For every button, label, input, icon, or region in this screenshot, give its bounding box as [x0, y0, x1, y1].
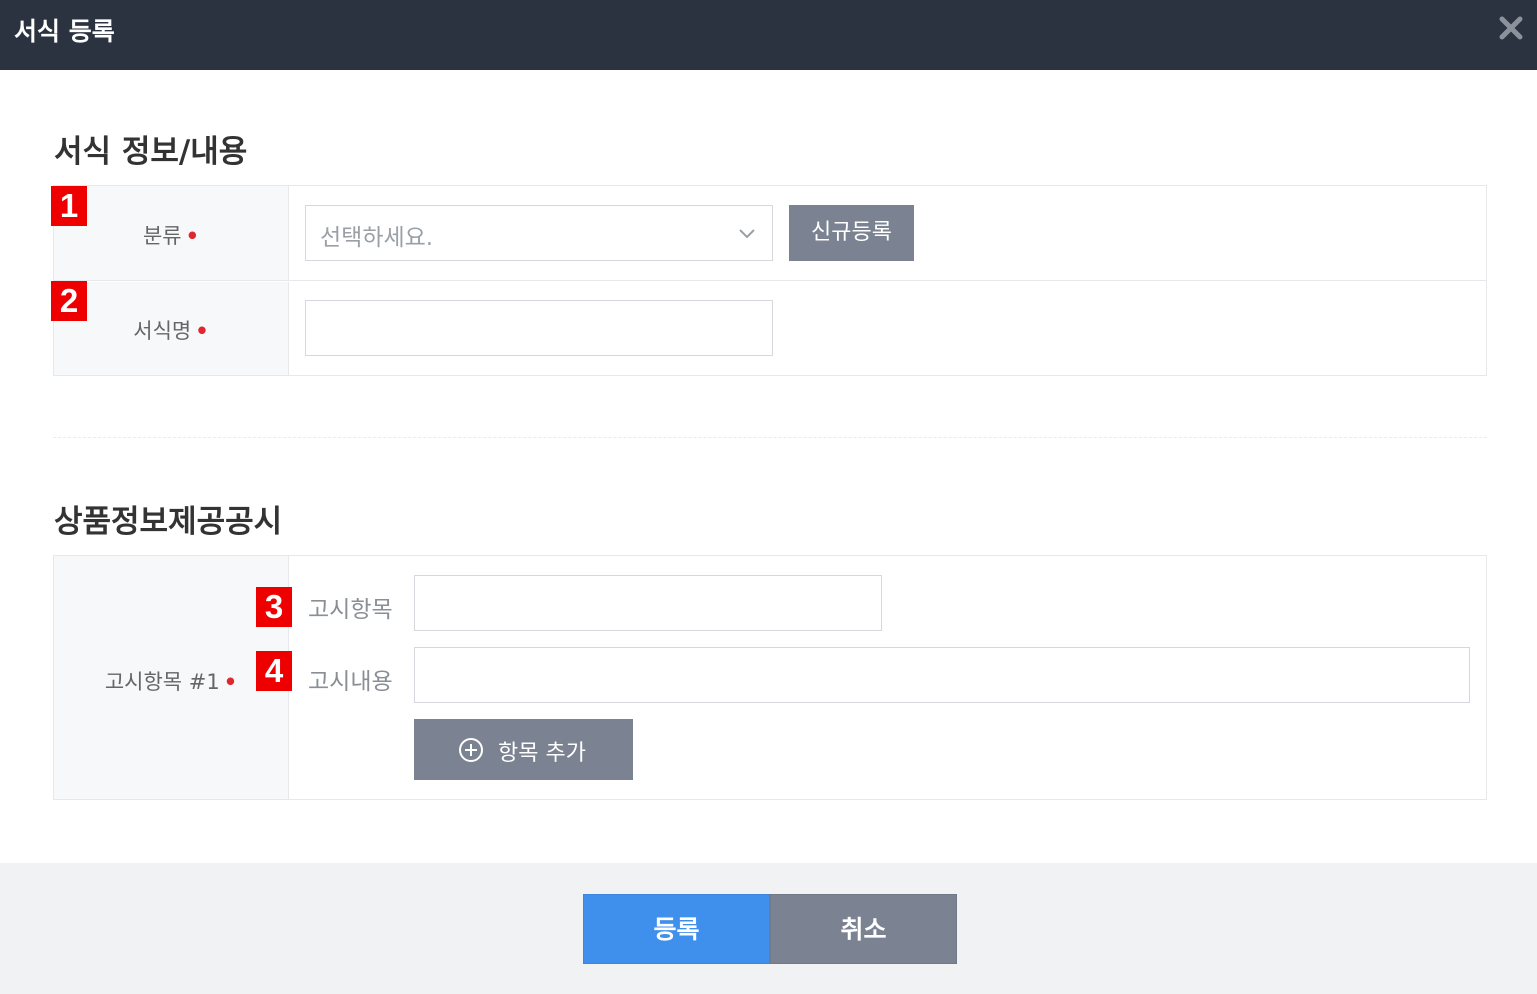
plus-circle-icon: [458, 737, 484, 763]
form-row-form-name: 서식명 •: [54, 282, 1486, 375]
category-select-value: 선택하세요.: [320, 225, 434, 251]
cancel-button[interactable]: 취소: [770, 894, 957, 964]
annotation-marker-1: 1: [51, 186, 87, 226]
required-mark: •: [223, 670, 238, 694]
annotation-marker-2: 2: [51, 281, 87, 321]
annotation-marker-4: 4: [256, 651, 292, 691]
notice-content-input[interactable]: [414, 647, 1470, 703]
label-cell-notice: 고시항목 #1 •: [54, 556, 289, 799]
section-divider: [53, 437, 1487, 438]
notice-row-label: 고시항목 #1 •: [54, 666, 288, 696]
category-label: 분류 •: [54, 220, 288, 250]
notice-row-label-text: 고시항목 #1: [104, 670, 220, 694]
section-title-product-notice: 상품정보제공공시: [54, 504, 283, 540]
close-icon[interactable]: [1497, 14, 1525, 42]
required-mark: •: [185, 224, 200, 248]
form-name-input[interactable]: [305, 300, 773, 356]
label-cell-category: 분류 •: [54, 186, 289, 280]
dialog-titlebar: 서식 등록: [0, 0, 1537, 70]
notice-content-label: 고시내용: [308, 669, 393, 695]
notice-item-input[interactable]: [414, 575, 882, 631]
required-mark: •: [195, 319, 209, 343]
submit-button[interactable]: 등록: [583, 894, 770, 964]
chevron-down-icon: [738, 226, 756, 240]
notice-item-label: 고시항목: [308, 597, 393, 623]
label-cell-form-name: 서식명 •: [54, 282, 289, 375]
annotation-marker-3: 3: [256, 587, 292, 627]
add-item-label: 항목 추가: [498, 741, 586, 766]
form-name-label: 서식명 •: [54, 315, 288, 345]
dialog-footer: 등록 취소: [0, 863, 1537, 994]
category-label-text: 분류: [142, 224, 182, 248]
new-category-button[interactable]: 신규등록: [789, 205, 914, 261]
form-info-table: 분류 • 선택하세요. 신규등록 서식명 •: [53, 185, 1487, 376]
section-title-form-info: 서식 정보/내용: [54, 134, 248, 170]
form-name-label-text: 서식명: [133, 319, 192, 343]
dialog-title: 서식 등록: [14, 17, 115, 46]
add-item-button[interactable]: 항목 추가: [414, 719, 633, 780]
form-row-category: 분류 • 선택하세요. 신규등록: [54, 186, 1486, 281]
category-select[interactable]: 선택하세요.: [305, 205, 773, 261]
